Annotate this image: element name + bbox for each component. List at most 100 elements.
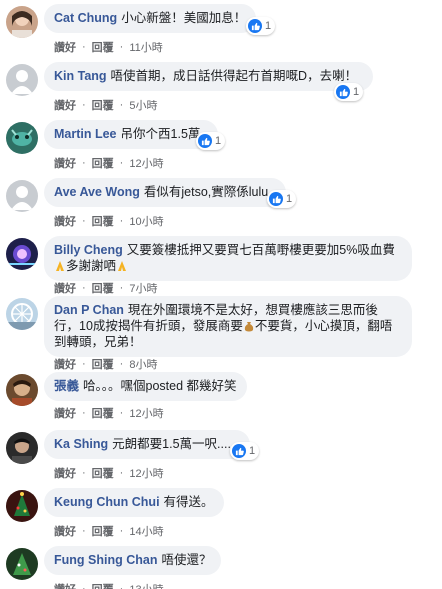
reply-link[interactable]: 回覆 (92, 581, 114, 589)
comment-time[interactable]: 14小時 (129, 523, 163, 539)
separator: · (119, 583, 124, 589)
comment-author[interactable]: Ka Shing (54, 437, 108, 451)
reaction-count[interactable]: 1 (196, 132, 226, 150)
separator: · (119, 99, 124, 111)
reaction-number: 1 (265, 20, 272, 32)
comment: Ka Shing 元朗都要1.5萬一呎..... 1 讚好 · 回覆 · 12小時 (0, 430, 442, 488)
like-link[interactable]: 讚好 (54, 39, 76, 55)
avatar[interactable] (6, 432, 38, 464)
comment-time[interactable]: 5小時 (129, 97, 157, 113)
avatar[interactable] (6, 490, 38, 522)
comment-time[interactable]: 10小時 (129, 213, 163, 229)
avatar[interactable] (6, 298, 38, 330)
reply-link[interactable]: 回覆 (92, 405, 114, 421)
thumbs-up-icon (232, 444, 246, 458)
comment-time[interactable]: 8小時 (129, 356, 157, 372)
avatar[interactable] (6, 6, 38, 38)
comment-bubble: Dan P Chan 現在外圍環境不是太好，想買樓應該三思而後行，10成按揭件有折… (44, 296, 412, 357)
comment-author[interactable]: Keung Chun Chui (54, 495, 160, 509)
like-link[interactable]: 讚好 (54, 155, 76, 171)
avatar[interactable] (6, 548, 38, 580)
like-link[interactable]: 讚好 (54, 213, 76, 229)
comment: Keung Chun Chui 有得送。 讚好 · 回覆 · 14小時 (0, 488, 442, 546)
like-link[interactable]: 讚好 (54, 523, 76, 539)
separator: · (82, 99, 86, 111)
reaction-count[interactable]: 1 (334, 83, 364, 101)
reply-link[interactable]: 回覆 (92, 97, 114, 113)
comment-bubble: 張義 哈。。。嘿個posted 都幾好笑 (44, 372, 247, 401)
comment-meta: 讚好 · 回覆 · 11小時 (54, 39, 163, 55)
comment-time[interactable]: 12小時 (129, 405, 163, 421)
comment-text-continued: 多謝謝哂 (66, 259, 117, 273)
praying-hands-icon (116, 260, 128, 272)
avatar[interactable] (6, 180, 38, 212)
comment-author[interactable]: 張義 (54, 379, 79, 393)
reply-link[interactable]: 回覆 (92, 356, 114, 372)
thumbs-up-icon (269, 192, 283, 206)
comment-author[interactable]: Billy Cheng (54, 243, 123, 257)
like-link[interactable]: 讚好 (54, 280, 76, 296)
comment-bubble: Ka Shing 元朗都要1.5萬一呎..... (44, 430, 251, 459)
comment: Ave Ave Wong 看似有jetso,實際係lulu 1 讚好 · 回覆 ·… (0, 178, 442, 236)
comment-bubble: Kin Tang 唔使首期，成日話供得起冇首期嘅D，去喇！ (44, 62, 374, 91)
reaction-count[interactable]: 1 (267, 190, 297, 208)
avatar[interactable] (6, 374, 38, 406)
like-link[interactable]: 讚好 (54, 97, 76, 113)
reaction-number: 1 (249, 445, 256, 457)
reply-link[interactable]: 回覆 (92, 280, 114, 296)
reaction-count[interactable]: 1 (230, 442, 260, 460)
like-link[interactable]: 讚好 (54, 465, 76, 481)
comment-meta: 讚好 · 回覆 · 10小時 (54, 213, 164, 229)
avatar[interactable] (6, 238, 38, 270)
comment-author[interactable]: Fung Shing Chan (54, 553, 157, 567)
reaction-count[interactable]: 1 (246, 17, 276, 35)
reply-link[interactable]: 回覆 (92, 39, 114, 55)
comment-meta: 讚好 · 回覆 · 8小時 (54, 356, 157, 372)
reply-link[interactable]: 回覆 (92, 465, 114, 481)
reply-link[interactable]: 回覆 (92, 523, 114, 539)
like-link[interactable]: 讚好 (54, 581, 76, 589)
comment-meta: 讚好 · 回覆 · 7小時 (54, 280, 157, 296)
comment: Cat Chung 小心新盤！美國加息！ 1 讚好 · 回覆 · 11小時 (0, 4, 442, 62)
separator: · (119, 467, 124, 479)
comment-text: 有得送。 (163, 495, 214, 509)
reaction-number: 1 (215, 135, 222, 147)
comment-author[interactable]: Martin Lee (54, 127, 117, 141)
comment-text: 唔使首期，成日話供得起冇首期嘅D，去喇！ (110, 69, 358, 83)
separator: · (119, 215, 124, 227)
comment-meta: 讚好 · 回覆 · 5小時 (54, 97, 157, 113)
comment-text: 唔使還？ (161, 553, 212, 567)
comment-time[interactable]: 11小時 (129, 39, 162, 55)
comment-time[interactable]: 7小時 (129, 280, 157, 296)
comment-author[interactable]: Kin Tang (54, 69, 107, 83)
reply-link[interactable]: 回覆 (92, 213, 114, 229)
comment-text: 又要簽樓抵押又要買七百萬嘢樓更要加5%吸血費 (126, 243, 395, 257)
comment-author[interactable]: Cat Chung (54, 11, 117, 25)
separator: · (82, 525, 86, 537)
separator: · (82, 583, 86, 589)
comment-author[interactable]: Dan P Chan (54, 303, 124, 317)
like-link[interactable]: 讚好 (54, 356, 76, 372)
comment-time[interactable]: 13小時 (129, 581, 163, 589)
separator: · (82, 157, 86, 169)
money-bag-icon (243, 320, 255, 332)
separator: · (119, 282, 124, 294)
avatar[interactable] (6, 64, 38, 96)
separator: · (82, 215, 86, 227)
comment-time[interactable]: 12小時 (129, 155, 163, 171)
comment-time[interactable]: 12小時 (129, 465, 163, 481)
like-link[interactable]: 讚好 (54, 405, 76, 421)
comment-text: 看似有jetso,實際係lulu (143, 185, 269, 199)
reply-link[interactable]: 回覆 (92, 155, 114, 171)
separator: · (119, 41, 124, 53)
thumbs-up-icon (248, 19, 262, 33)
avatar[interactable] (6, 122, 38, 154)
separator: · (82, 358, 86, 370)
separator: · (119, 157, 124, 169)
thumbs-up-icon (198, 134, 212, 148)
comment-meta: 讚好 · 回覆 · 12小時 (54, 155, 164, 171)
comment-author[interactable]: Ave Ave Wong (54, 185, 140, 199)
separator: · (119, 407, 124, 419)
comment: Billy Cheng 又要簽樓抵押又要買七百萬嘢樓更要加5%吸血費 多謝謝哂 讚… (0, 236, 442, 296)
comment-list: Cat Chung 小心新盤！美國加息！ 1 讚好 · 回覆 · 11小時 Kin… (0, 0, 442, 589)
